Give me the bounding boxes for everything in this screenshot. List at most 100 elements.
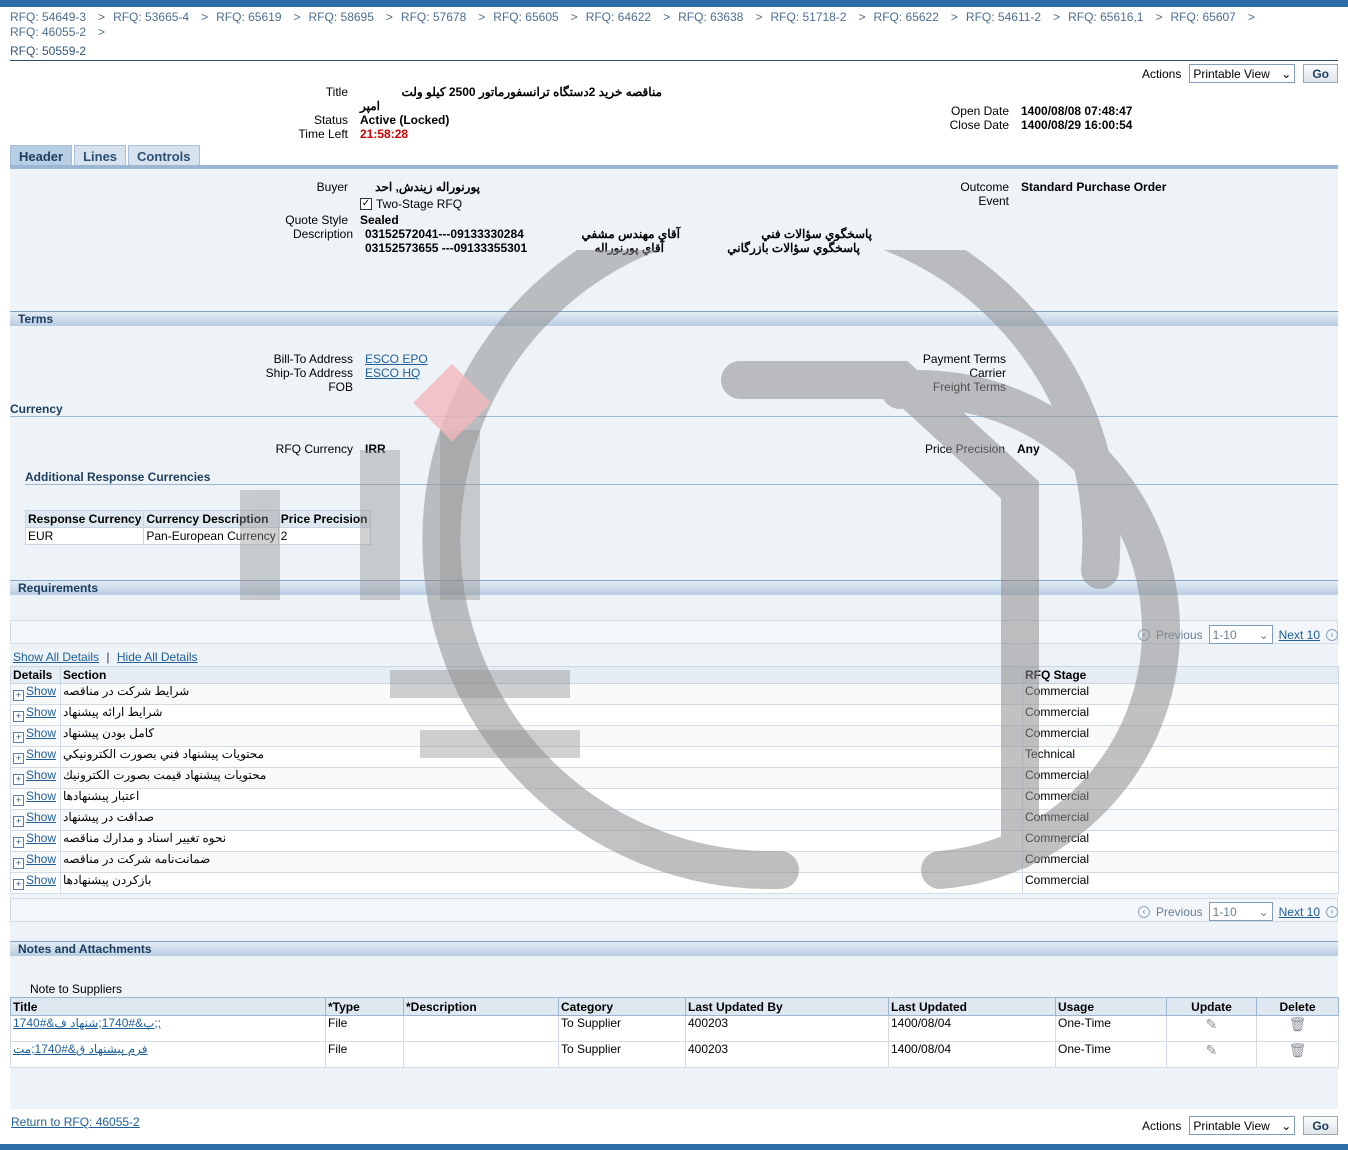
breadcrumb-separator: > — [385, 10, 393, 24]
requirements-section-header: Requirements — [10, 580, 1338, 595]
tab-lines[interactable]: Lines — [74, 145, 127, 166]
section-text: اعتبار پيشنهادها — [63, 789, 140, 803]
show-link[interactable]: Show — [26, 873, 56, 887]
return-link[interactable]: Return to RFQ: 46055-2 — [11, 1115, 140, 1129]
outcome-value: Standard Purchase Order — [1021, 180, 1167, 194]
breadcrumb-link[interactable]: RFQ: 65616,1 — [1068, 10, 1143, 24]
tab-bar: Header Lines Controls — [10, 145, 200, 166]
previous-label: Previous — [1155, 627, 1203, 642]
table-row: + Show شرايط ارائه پيشنهاد Commercial — [10, 704, 1339, 726]
breadcrumb-link[interactable]: RFQ: 65619 — [216, 10, 281, 24]
actions-select-value: Printable View — [1193, 1118, 1270, 1133]
show-link[interactable]: Show — [26, 768, 56, 782]
description-line2-role: پاسخگوي سؤالات بازرگاني — [727, 241, 860, 255]
updated-cell: 1400/08/04 — [888, 1015, 1056, 1042]
breadcrumb-link[interactable]: RFQ: 65605 — [493, 10, 558, 24]
pencil-icon[interactable]: ✎ — [1206, 1042, 1218, 1059]
ship-to-label: Ship-To Address — [265, 366, 353, 380]
show-link[interactable]: Show — [26, 831, 56, 845]
breadcrumb-link[interactable]: RFQ: 53665-4 — [113, 10, 189, 24]
chevron-down-icon: ⌄ — [1258, 904, 1269, 919]
close-date-value: 1400/08/29 16:00:54 — [1021, 118, 1133, 132]
next-10-link-bottom[interactable]: Next 10 — [1279, 905, 1320, 919]
chevron-down-icon: ⌄ — [1281, 66, 1292, 81]
breadcrumb-link[interactable]: RFQ: 63638 — [678, 10, 743, 24]
chevron-down-icon: ⌄ — [1258, 627, 1269, 642]
plus-icon[interactable]: + — [13, 753, 24, 764]
breadcrumb-link[interactable]: RFQ: 58695 — [309, 10, 374, 24]
breadcrumb-link[interactable]: RFQ: 64622 — [586, 10, 651, 24]
range-select-top[interactable]: 1-10 ⌄ — [1208, 625, 1273, 644]
usage-cell: One-Time — [1055, 1041, 1167, 1068]
breadcrumb-separator: > — [663, 10, 671, 24]
previous-icon: ‹ — [1137, 628, 1150, 641]
actions-select[interactable]: Printable View ⌄ — [1189, 64, 1296, 83]
trash-icon[interactable]: 🗑 — [1289, 1016, 1307, 1033]
plus-icon[interactable]: + — [13, 858, 24, 869]
breadcrumb-separator: > — [570, 10, 578, 24]
show-link[interactable]: Show — [26, 684, 56, 698]
breadcrumb-link[interactable]: RFQ: 54649-3 — [10, 10, 86, 24]
breadcrumb-link[interactable]: RFQ: 65607 — [1170, 10, 1235, 24]
breadcrumb-link[interactable]: RFQ: 46055-2 — [10, 25, 86, 39]
plus-icon[interactable]: + — [13, 774, 24, 785]
table-row: + Show كامل بودن پيشنهاد Commercial — [10, 725, 1339, 747]
trash-icon[interactable]: 🗑 — [1289, 1042, 1307, 1059]
updated-by-cell: 400203 — [685, 1015, 889, 1042]
hide-all-details-link[interactable]: Hide All Details — [117, 650, 198, 664]
type-cell: File — [325, 1041, 404, 1068]
show-all-details-link[interactable]: Show All Details — [13, 650, 99, 664]
actions-select-bottom[interactable]: Printable View ⌄ — [1189, 1116, 1296, 1135]
col-currency-description: Currency Description — [143, 510, 279, 528]
page-title: RFQ: 50559-2 — [10, 44, 87, 58]
two-stage-label: Two-Stage RFQ — [376, 197, 463, 211]
next-10-link-top[interactable]: Next 10 — [1279, 628, 1320, 642]
go-button[interactable]: Go — [1303, 64, 1338, 83]
breadcrumb-link[interactable]: RFQ: 65622 — [874, 10, 939, 24]
plus-icon[interactable]: + — [13, 711, 24, 722]
col-section: Section — [60, 666, 1023, 684]
attachment-title-link[interactable]: فرم پيشنهاد ق&#1740;مت — [13, 1042, 148, 1056]
breadcrumb-separator: > — [858, 10, 866, 24]
show-link[interactable]: Show — [26, 789, 56, 803]
show-link[interactable]: Show — [26, 705, 56, 719]
requirements-table: Details Section RFQ Stage + Show شرايط شرك… — [10, 666, 1339, 894]
pencil-icon[interactable]: ✎ — [1206, 1016, 1218, 1033]
next-icon[interactable]: › — [1326, 628, 1338, 641]
breadcrumb-link[interactable]: RFQ: 51718-2 — [770, 10, 846, 24]
plus-icon[interactable]: + — [13, 837, 24, 848]
previous-label: Previous — [1155, 904, 1203, 919]
plus-icon[interactable]: + — [13, 795, 24, 806]
attachment-title-link[interactable]: پ&#1740;شنهاد ف&#1740;; — [13, 1016, 161, 1030]
show-link[interactable]: Show — [26, 810, 56, 824]
plus-icon[interactable]: + — [13, 816, 24, 827]
bill-to-link[interactable]: ESCO EPO — [365, 352, 428, 366]
show-link[interactable]: Show — [26, 852, 56, 866]
tab-controls[interactable]: Controls — [128, 145, 200, 166]
two-stage-row: ✓ Two-Stage RFQ — [360, 197, 462, 211]
quote-style-value: Sealed — [360, 213, 399, 227]
stage-cell: Commercial — [1022, 704, 1339, 726]
title-value: مناقصه خريد 2دستگاه ترانسفورماتور 2500 ك… — [401, 85, 662, 99]
breadcrumb-link[interactable]: RFQ: 57678 — [401, 10, 466, 24]
title-label: Title — [325, 85, 348, 99]
tab-header[interactable]: Header — [10, 145, 73, 166]
plus-icon[interactable]: + — [13, 879, 24, 890]
next-icon[interactable]: › — [1326, 905, 1338, 918]
go-button-bottom[interactable]: Go — [1303, 1116, 1338, 1135]
table-row: + Show نحوه تغيير اسناد و مدارك مناقصه Comm… — [10, 830, 1339, 852]
breadcrumb-separator: > — [1155, 10, 1163, 24]
breadcrumb-link[interactable]: RFQ: 54611-2 — [966, 10, 1041, 24]
stage-cell: Commercial — [1022, 767, 1339, 789]
attachments-table: Title *Type *Description Category Last U… — [10, 997, 1339, 1068]
ship-to-link[interactable]: ESCO HQ — [365, 366, 420, 380]
range-select-bottom[interactable]: 1-10 ⌄ — [1208, 902, 1273, 921]
cell-response-currency: EUR — [24, 527, 145, 545]
details-cell: + Show — [10, 767, 61, 789]
section-text: شرايط ارائه پيشنهاد — [63, 705, 163, 719]
show-link[interactable]: Show — [26, 726, 56, 740]
show-link[interactable]: Show — [26, 747, 56, 761]
plus-icon[interactable]: + — [13, 732, 24, 743]
description-line1-number: 03152572041---09133330284 — [365, 227, 524, 241]
plus-icon[interactable]: + — [13, 690, 24, 701]
